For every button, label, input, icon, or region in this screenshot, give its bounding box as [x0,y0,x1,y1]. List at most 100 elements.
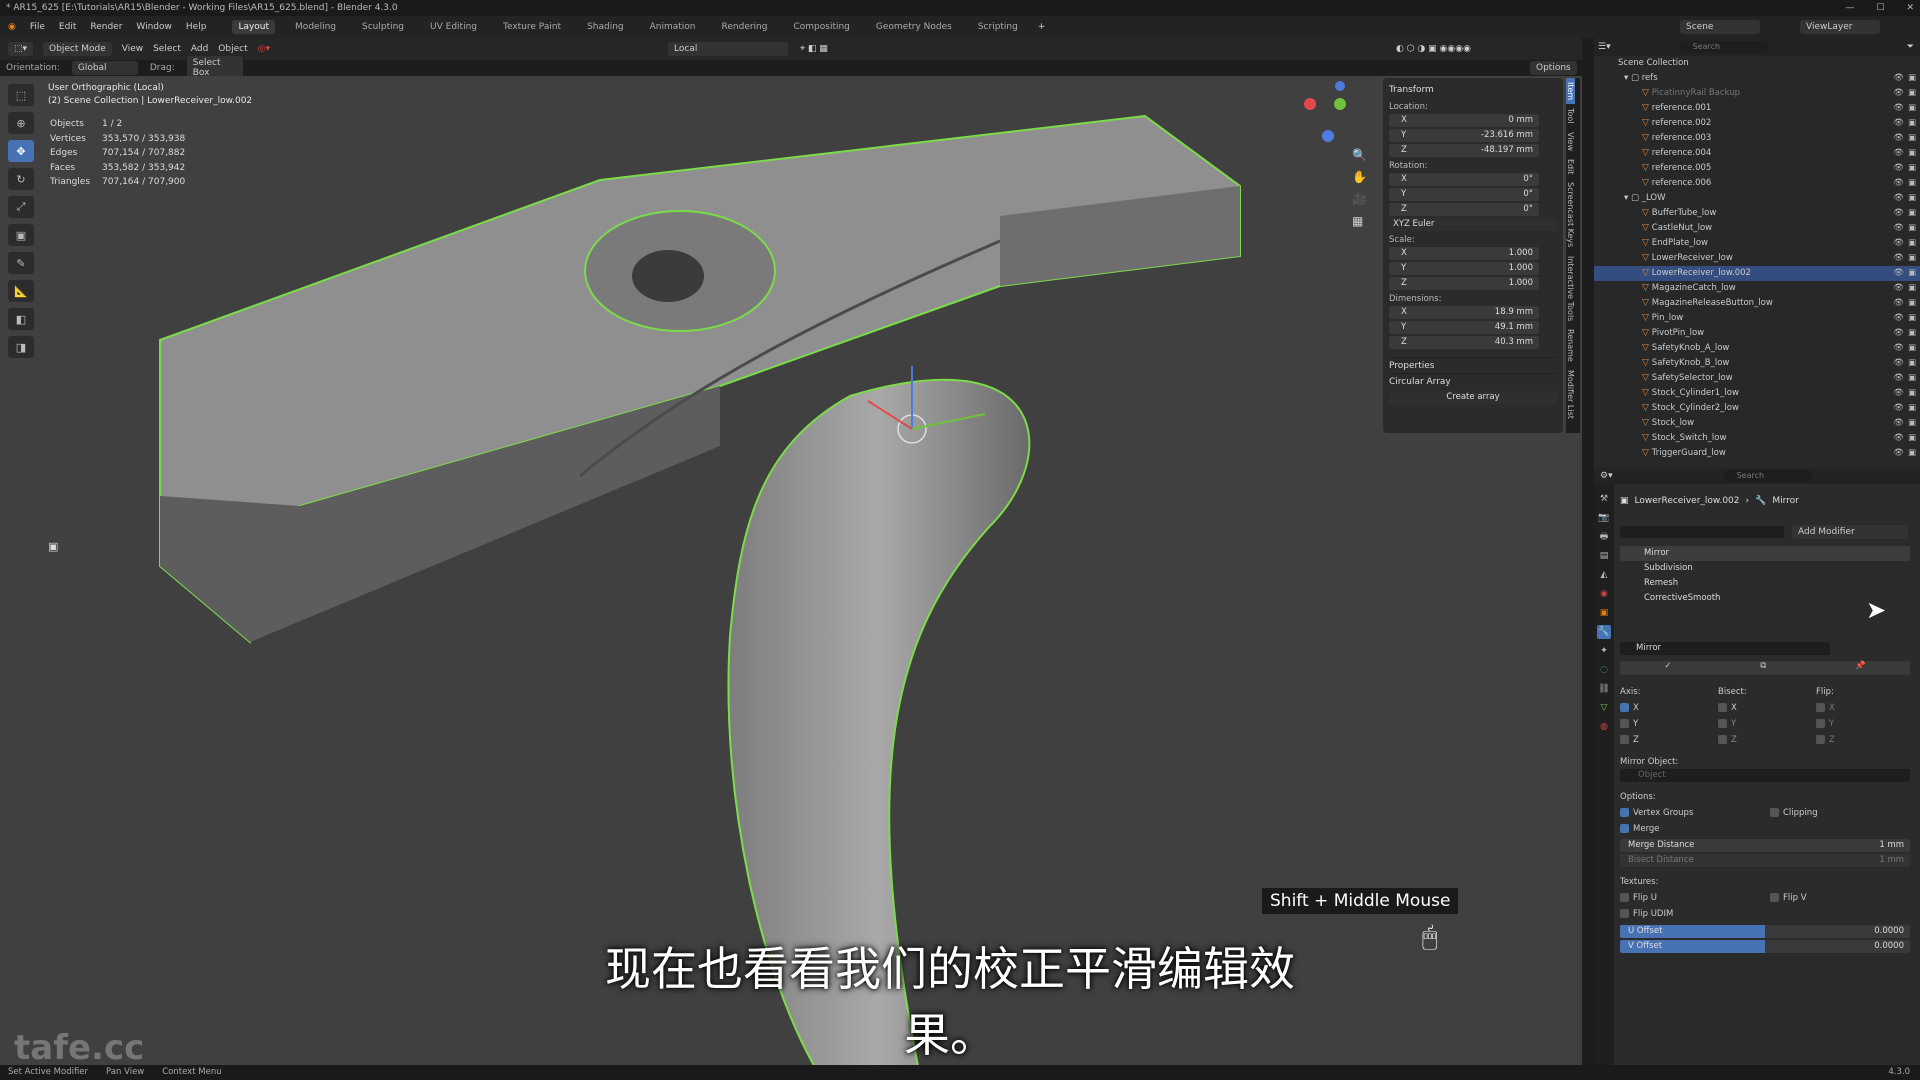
rotation-x-field[interactable]: X 0° [1389,173,1539,186]
tab-rename[interactable]: Rename [1566,325,1575,366]
outliner-item[interactable]: ▽ EndPlate_low 👁 ▣ [1594,236,1920,251]
constraints-tab-icon[interactable]: ⛓ [1597,682,1611,696]
camera-icon[interactable]: ▣ [1908,266,1916,281]
material-tab-icon[interactable]: ◍ [1597,720,1611,734]
transform-pivot-selector[interactable]: Local [668,42,788,56]
pan-icon[interactable]: ✋ [1352,170,1367,184]
eye-icon[interactable]: 👁 [1893,191,1904,206]
outliner-item[interactable]: ▽ reference.004 👁 ▣ [1594,146,1920,161]
outliner-item[interactable]: ▽ MagazineReleaseButton_low 👁 ▣ [1594,296,1920,311]
circular-array-header[interactable]: Circular Array [1389,373,1557,389]
outliner-item[interactable]: ▽ reference.005 👁 ▣ [1594,161,1920,176]
axis-x-checkbox[interactable] [1620,703,1629,712]
outliner-search-input[interactable]: Search [1678,41,1769,53]
modifier-remesh[interactable]: Remesh [1620,576,1910,591]
flip-u-checkbox[interactable] [1620,893,1629,902]
camera-icon[interactable]: ▣ [1908,146,1916,161]
outliner-item[interactable]: ▽ reference.003 👁 ▣ [1594,131,1920,146]
flip-z-checkbox[interactable] [1816,735,1825,744]
tool-tab-icon[interactable]: ⚒ [1597,492,1611,506]
copy-icon[interactable]: ⧉ [1760,661,1766,675]
eye-icon[interactable]: 👁 [1893,371,1904,386]
viewport-3d[interactable] [0,76,1582,1065]
bisect-y-checkbox[interactable] [1718,719,1727,728]
overlay-icons[interactable]: ◐ ⬡ ◑ ▣ ◉◉◉◉ [1396,44,1471,54]
tab-sculpting[interactable]: Sculpting [356,20,410,34]
merge-checkbox[interactable] [1620,824,1629,833]
eye-icon[interactable]: 👁 [1893,386,1904,401]
bisect-z-checkbox[interactable] [1718,735,1727,744]
object-tab-icon[interactable]: ▣ [1597,606,1611,620]
flip-y-checkbox[interactable] [1816,719,1825,728]
outliner-item[interactable]: ▽ Pin_low 👁 ▣ [1594,311,1920,326]
outliner-item[interactable]: ▽ reference.006 👁 ▣ [1594,176,1920,191]
camera-icon[interactable]: ▣ [1908,176,1916,191]
apply-icon[interactable]: ✓ [1664,661,1671,675]
eye-icon[interactable]: 👁 [1893,326,1904,341]
outliner-item[interactable]: ▽ PivotPin_low 👁 ▣ [1594,326,1920,341]
outliner-item[interactable]: ▽ reference.002 👁 ▣ [1594,116,1920,131]
camera-icon[interactable]: ▣ [1908,86,1916,101]
menu-render[interactable]: Render [90,22,122,32]
camera-icon[interactable]: ▣ [1908,236,1916,251]
scene-collection-row[interactable]: Scene Collection [1594,56,1920,71]
menu-view[interactable]: View [122,44,143,54]
filter-icon[interactable]: ⏷ [1907,42,1914,52]
tab-modifier-list[interactable]: Modifier List [1566,366,1575,423]
outliner-item[interactable]: ▽ LowerReceiver_low.002 👁 ▣ [1594,266,1920,281]
eye-icon[interactable]: 👁 [1893,401,1904,416]
outliner-item[interactable]: ▽ MagazineCatch_low 👁 ▣ [1594,281,1920,296]
eye-icon[interactable]: 👁 [1893,431,1904,446]
camera-icon[interactable]: ▣ [1908,116,1916,131]
dimensions-z-field[interactable]: Z 40.3 mm [1389,336,1539,349]
add-workspace-icon[interactable]: + [1038,22,1046,32]
outliner-type-icon[interactable]: ☰▾ [1598,42,1611,52]
camera-icon[interactable]: ▣ [1908,161,1916,176]
create-array-button[interactable]: Create array [1389,391,1557,404]
add-modifier-button[interactable]: Add Modifier [1792,525,1908,539]
modifier-subdivision[interactable]: Subdivision [1620,561,1910,576]
outliner-item[interactable]: ▽ SafetyKnob_B_low 👁 ▣ [1594,356,1920,371]
world-tab-icon[interactable]: ◉ [1597,587,1611,601]
tab-compositing[interactable]: Compositing [787,20,855,34]
tab-shading[interactable]: Shading [581,20,630,34]
dimensions-y-field[interactable]: Y 49.1 mm [1389,321,1539,334]
camera-icon[interactable]: ▣ [1908,446,1916,461]
grid-icon[interactable]: ▦ [1352,214,1367,228]
location-x-field[interactable]: X0 mm [1389,114,1539,127]
model-trigger[interactable] [0,76,1582,1065]
data-tab-icon[interactable]: ▽ [1597,701,1611,715]
transform-header[interactable]: Transform [1389,82,1557,98]
camera-icon[interactable]: ▣ [1908,356,1916,371]
eye-icon[interactable]: 👁 [1893,341,1904,356]
transform-tool-icon[interactable]: ▣ [8,224,34,246]
menu-window[interactable]: Window [136,22,172,32]
properties-search-input[interactable]: Search [1722,470,1813,482]
mirror-object-input[interactable]: Object [1620,769,1910,782]
outliner-item[interactable]: ▽ Stock_Cylinder1_low 👁 ▣ [1594,386,1920,401]
eye-icon[interactable]: 👁 [1893,311,1904,326]
eye-icon[interactable]: 👁 [1893,146,1904,161]
scale-y-field[interactable]: Y 1.000 [1389,262,1539,275]
rotation-mode-selector[interactable]: XYZ Euler [1389,218,1557,231]
camera-icon[interactable]: 🎥 [1352,192,1367,206]
menu-edit[interactable]: Edit [59,22,76,32]
camera-icon[interactable]: ▣ [1908,416,1916,431]
camera-icon[interactable]: ▣ [1908,251,1916,266]
eye-icon[interactable]: 👁 [1893,221,1904,236]
menu-select[interactable]: Select [153,44,181,54]
camera-icon[interactable]: ▣ [1908,71,1916,86]
outliner-item[interactable]: ▽ Stock_Cylinder2_low 👁 ▣ [1594,401,1920,416]
u-offset-field[interactable]: U Offset 0.0000 [1620,925,1910,938]
add-primitive-tool-icon[interactable]: ◨ [8,336,34,358]
eye-icon[interactable]: 👁 [1893,251,1904,266]
physics-tab-icon[interactable]: ◌ [1597,663,1611,677]
orientation-selector[interactable]: Global [71,61,138,75]
outliner-item[interactable]: ▽ PicatinnyRail Backup 👁 ▣ [1594,86,1920,101]
collection-row[interactable]: ▾ ▢ refs 👁 ▣ [1594,71,1920,86]
menu-file[interactable]: File [30,22,45,32]
modifier-tab-icon[interactable]: 🔧 [1597,625,1611,639]
eye-icon[interactable]: 👁 [1893,161,1904,176]
rotation-y-field[interactable]: Y 0° [1389,188,1539,201]
eye-icon[interactable]: 👁 [1893,236,1904,251]
